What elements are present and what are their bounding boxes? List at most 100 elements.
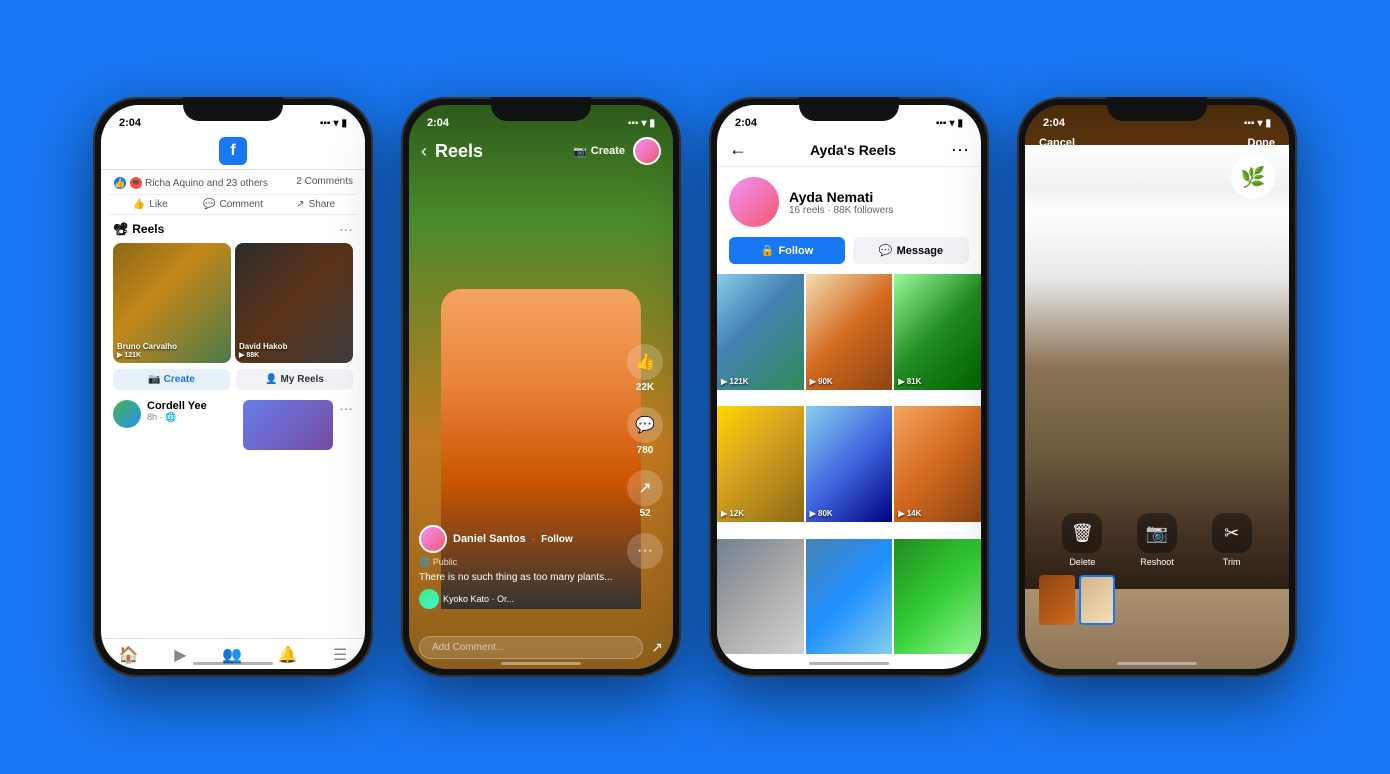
- wifi-icon-1: ▾: [333, 118, 338, 129]
- reel-grid-6[interactable]: ▶ 14K: [894, 406, 981, 522]
- facebook-logo: f: [219, 137, 247, 165]
- time-2: 2:04: [427, 117, 449, 129]
- notch-2: [491, 97, 591, 121]
- reel-grid-bg-9: [894, 539, 981, 655]
- reshoot-icon: 📷: [1137, 513, 1177, 553]
- profile-name: Ayda Nemati: [789, 189, 894, 205]
- right-actions: 👍 22K 💬 780 ↗ 52 ···: [627, 344, 663, 569]
- edit-tools: 🗑 Delete 📷 Reshoot ✂ Trim: [1025, 505, 1289, 629]
- profile-reels-screen: 2:04 ▪▪▪ ▾ ▮ ← Ayda's Reels ··· Ayda Nem…: [717, 105, 981, 669]
- send-icon[interactable]: ↗: [651, 639, 663, 656]
- message-button[interactable]: 💬 Message: [853, 237, 969, 264]
- love-emoji: ❤: [129, 176, 143, 190]
- reels-label: Reels: [132, 222, 164, 236]
- likes-count: 22K: [636, 382, 654, 393]
- nav-video[interactable]: ▶: [174, 645, 186, 665]
- delete-tool[interactable]: 🗑 Delete: [1062, 513, 1102, 567]
- reel-grid-views-1: ▶ 121K: [721, 377, 749, 386]
- reel-thumb-2[interactable]: David Hakob ▶ 88K: [235, 243, 353, 363]
- home-indicator-3: [809, 662, 889, 665]
- nav-notifications[interactable]: 🔔: [277, 645, 297, 665]
- like-emoji: 👍: [113, 176, 127, 190]
- share-action[interactable]: ↗ 52: [627, 470, 663, 519]
- nav-menu[interactable]: ☰: [333, 645, 347, 665]
- reel-grid-views-5: ▶ 80K: [810, 509, 833, 518]
- comment-action[interactable]: 💬 780: [627, 407, 663, 456]
- reel-grid-5[interactable]: ▶ 80K: [806, 406, 893, 522]
- reel-username: Daniel Santos: [453, 533, 526, 545]
- back-button-2[interactable]: ‹: [421, 141, 427, 162]
- post-actions-bar[interactable]: 👍 Like 💬 Comment ↗ Share: [109, 194, 357, 215]
- delete-icon: 🗑: [1062, 513, 1102, 553]
- reactions-text: Richa Aquino and 23 others: [145, 178, 268, 189]
- like-label: Like: [149, 199, 167, 210]
- create-button-2[interactable]: 📷 Create: [573, 145, 625, 158]
- status-icons-4: ▪▪▪ ▾ ▮: [1244, 118, 1271, 129]
- reel-grid-3[interactable]: ▶ 81K: [894, 274, 981, 390]
- like-action[interactable]: 👍 22K: [627, 344, 663, 393]
- follow-button[interactable]: 🔒 Follow: [729, 237, 845, 264]
- reel-2-author: David Hakob: [239, 342, 287, 351]
- my-reels-label: My Reels: [281, 374, 324, 385]
- share-button[interactable]: ↗ Share: [274, 199, 357, 210]
- post-avatar: [113, 400, 141, 428]
- phones-container: 2:04 ▪▪▪ ▾ ▮ f 👍 ❤ Richa Aquino and 23 o…: [73, 77, 1317, 697]
- camera-edit-screen: 2:04 ▪▪▪ ▾ ▮ Cancel Done 🌿: [1025, 105, 1289, 669]
- reel-grid-7[interactable]: [717, 539, 804, 655]
- create-reel-button[interactable]: 📷 Create: [113, 369, 230, 390]
- reel-thumb-1[interactable]: Bruno Carvalho ▶ 121K: [113, 243, 231, 363]
- create-label-2: Create: [591, 145, 625, 157]
- time-1: 2:04: [119, 117, 141, 129]
- trim-label: Trim: [1223, 557, 1241, 567]
- time-3: 2:04: [735, 117, 757, 129]
- reel-user-row: Daniel Santos · Follow: [419, 525, 613, 553]
- profile-avatar: [729, 177, 779, 227]
- reel-grid-8[interactable]: [806, 539, 893, 655]
- reel-grid-4[interactable]: ▶ 12K: [717, 406, 804, 522]
- reels-title: 📽 Reels: [113, 222, 164, 236]
- reel-grid-views-4: ▶ 12K: [721, 509, 744, 518]
- profile-stats: 16 reels · 88K followers: [789, 205, 894, 216]
- reels-header: 📽 Reels ···: [113, 221, 353, 237]
- reel-caption: There is no such thing as too many plant…: [419, 572, 613, 583]
- done-button[interactable]: Done: [1248, 137, 1276, 149]
- post-time: 8h · 🌐: [147, 412, 237, 423]
- reel-user-avatar[interactable]: [419, 525, 447, 553]
- time-4: 2:04: [1043, 117, 1065, 129]
- more-button-3[interactable]: ···: [951, 139, 969, 160]
- reshoot-tool[interactable]: 📷 Reshoot: [1137, 513, 1177, 567]
- more-action[interactable]: ···: [627, 533, 663, 569]
- reel-grid-9[interactable]: [894, 539, 981, 655]
- like-button[interactable]: 👍 Like: [109, 199, 192, 210]
- wifi-icon-3: ▾: [949, 118, 954, 129]
- comment-circle-icon: 💬: [627, 407, 663, 443]
- like-icon: 👍: [133, 199, 145, 210]
- reel-grid-1[interactable]: ▶ 121K: [717, 274, 804, 390]
- post-more-button[interactable]: ···: [339, 400, 353, 416]
- signal-icon-3: ▪▪▪: [936, 118, 947, 129]
- message-icon: 💬: [879, 244, 893, 257]
- thumbnail-1[interactable]: [1039, 575, 1075, 625]
- phone-1: 2:04 ▪▪▪ ▾ ▮ f 👍 ❤ Richa Aquino and 23 o…: [93, 97, 373, 677]
- battery-icon-1: ▮: [341, 118, 347, 129]
- phone-4-screen: 2:04 ▪▪▪ ▾ ▮ Cancel Done 🌿: [1025, 105, 1289, 669]
- trim-tool[interactable]: ✂ Trim: [1212, 513, 1252, 567]
- reels-grid-3col: ▶ 121K ▶ 90K ▶ 81K ▶ 12K: [717, 274, 981, 669]
- battery-icon-4: ▮: [1265, 118, 1271, 129]
- reel-grid-views-3: ▶ 81K: [898, 377, 921, 386]
- my-reels-button[interactable]: 👤 My Reels: [236, 369, 353, 390]
- cancel-button[interactable]: Cancel: [1039, 137, 1075, 149]
- comment-input[interactable]: [419, 636, 643, 659]
- comment-button[interactable]: 💬 Comment: [192, 199, 275, 210]
- thumbnail-2[interactable]: [1079, 575, 1115, 625]
- profile-info: Ayda Nemati 16 reels · 88K followers: [717, 167, 981, 237]
- nav-home[interactable]: 🏠: [119, 645, 139, 665]
- home-indicator-1: [193, 662, 273, 665]
- follow-link[interactable]: Follow: [541, 534, 573, 545]
- reel-grid-2[interactable]: ▶ 90K: [806, 274, 893, 390]
- back-button-3[interactable]: ←: [729, 139, 747, 160]
- comment-label: Comment: [220, 199, 263, 210]
- reels-more-button[interactable]: ···: [339, 221, 353, 237]
- notch-1: [183, 97, 283, 121]
- phone-1-screen: 2:04 ▪▪▪ ▾ ▮ f 👍 ❤ Richa Aquino and 23 o…: [101, 105, 365, 669]
